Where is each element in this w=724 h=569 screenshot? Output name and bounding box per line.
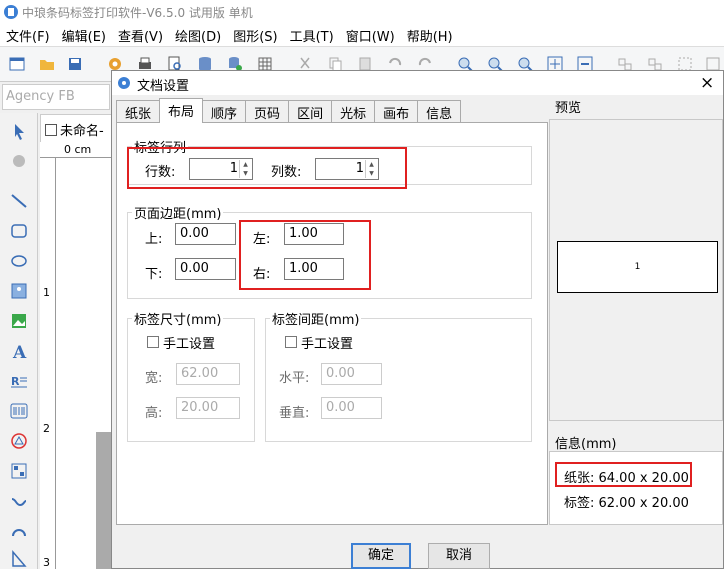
label-size-manual-label: 手工设置 (163, 337, 216, 352)
ok-button[interactable]: 确定 (351, 543, 411, 569)
label-height-input[interactable]: 20.00 (176, 397, 240, 419)
svg-text:A: A (12, 343, 27, 361)
label-gap-legend: 标签间距(mm) (272, 313, 360, 328)
menu-shape[interactable]: 图形(S) (227, 26, 283, 45)
shape-tool-icon[interactable] (9, 431, 29, 451)
tab-canvas[interactable]: 画布 (374, 100, 419, 122)
barcode-tool-icon[interactable] (9, 401, 29, 421)
ellipse-tool-icon[interactable] (9, 251, 29, 271)
vertical-gap-input[interactable]: 0.00 (321, 397, 382, 419)
label-size-legend: 标签尺寸(mm) (134, 313, 222, 328)
ruler-v-mark: 1 (43, 286, 50, 299)
top-margin-label: 上: (145, 232, 163, 247)
menu-tools[interactable]: 工具(T) (284, 26, 340, 45)
menu-file[interactable]: 文件(F) (0, 26, 56, 45)
text-tool-icon[interactable]: A (9, 341, 29, 361)
info-label-size: 标签: 62.00 x 20.00 (564, 496, 689, 511)
label-gap-manual-checkbox[interactable] (285, 336, 297, 348)
menu-edit[interactable]: 编辑(E) (56, 26, 112, 45)
left-right-margin-highlight (239, 220, 371, 290)
open-folder-icon[interactable] (38, 55, 56, 73)
tab-cursor[interactable]: 光标 (331, 100, 376, 122)
document-tab[interactable]: 未命名- (40, 114, 120, 142)
menu-view[interactable]: 查看(V) (112, 26, 169, 45)
svg-text:R: R (11, 375, 20, 388)
ruler-h-label: 0 cm (64, 143, 92, 156)
save-icon[interactable] (66, 55, 84, 73)
image-tool-icon[interactable] (9, 281, 29, 301)
paper-size-highlight (555, 462, 692, 487)
vertical-gap-label: 垂直: (279, 406, 310, 421)
ruler-v-mark: 3 (43, 556, 50, 569)
horizontal-gap-input[interactable]: 0.00 (321, 363, 382, 385)
tab-paper[interactable]: 纸张 (116, 100, 161, 122)
tab-page-number[interactable]: 页码 (245, 100, 290, 122)
label-size-manual-checkbox[interactable] (147, 336, 159, 348)
app-title: 中琅条码标签打印软件-V6.5.0 试用版 单机 (22, 6, 253, 20)
dialog-tabs: 纸张 布局 顺序 页码 区间 光标 画布 信息 (116, 98, 462, 123)
document-tab-label: 未命名- (60, 124, 104, 139)
tab-range[interactable]: 区间 (288, 100, 333, 122)
dialog-title: 文档设置 (137, 79, 190, 94)
left-toolbox: A R (0, 113, 38, 569)
rotate-icon[interactable] (9, 151, 29, 171)
curve-tool-icon[interactable] (9, 491, 29, 511)
select-pointer-icon[interactable] (9, 121, 29, 141)
preview-label: 1 (557, 241, 718, 293)
rounded-rect-tool-icon[interactable] (9, 221, 29, 241)
menu-window[interactable]: 窗口(W) (340, 26, 401, 45)
dialog-title-bar: 文档设置 × (112, 71, 723, 95)
preview-title: 预览 (555, 101, 582, 116)
page-margins-legend: 页面边距(mm) (134, 207, 222, 222)
tab-order[interactable]: 顺序 (202, 100, 247, 122)
new-document-icon[interactable] (8, 55, 26, 73)
tab-layout[interactable]: 布局 (159, 98, 204, 123)
arc-tool-icon[interactable] (9, 521, 29, 541)
qrcode-tool-icon[interactable] (9, 461, 29, 481)
picture-tool-icon[interactable] (9, 311, 29, 331)
polygon-tool-icon[interactable] (9, 549, 29, 569)
document-icon (45, 124, 57, 136)
canvas-background (96, 432, 112, 569)
label-gap-manual-label: 手工设置 (301, 337, 354, 352)
font-name-input[interactable]: Agency FB (2, 84, 110, 110)
app-logo-icon (4, 5, 18, 19)
settings-gear-icon (118, 77, 130, 89)
menu-help[interactable]: 帮助(H) (401, 26, 459, 45)
rows-cols-highlight (127, 147, 407, 189)
top-margin-input[interactable]: 0.00 (175, 223, 236, 245)
document-settings-dialog: 文档设置 × 纸张 布局 顺序 页码 区间 光标 画布 信息 标签行列 行数: … (111, 70, 724, 569)
tab-info[interactable]: 信息 (417, 100, 462, 122)
bottom-margin-label: 下: (145, 267, 163, 282)
bottom-margin-input[interactable]: 0.00 (175, 258, 236, 280)
line-tool-icon[interactable] (9, 191, 29, 211)
vertical-ruler: 1 2 3 (40, 158, 56, 569)
close-icon[interactable]: × (700, 73, 714, 93)
ruler-v-mark: 2 (43, 422, 50, 435)
label-height-label: 高: (145, 406, 163, 421)
horizontal-gap-label: 水平: (279, 371, 310, 386)
label-width-input[interactable]: 62.00 (176, 363, 240, 385)
menu-draw[interactable]: 绘图(D) (169, 26, 227, 45)
info-title: 信息(mm) (555, 437, 617, 452)
horizontal-ruler: 0 cm (40, 142, 112, 158)
app-title-bar: 中琅条码标签打印软件-V6.5.0 试用版 单机 (0, 0, 724, 24)
cancel-button[interactable]: 取消 (428, 543, 490, 569)
label-width-label: 宽: (145, 371, 163, 386)
menu-bar: 文件(F) 编辑(E) 查看(V) 绘图(D) 图形(S) 工具(T) 窗口(W… (0, 24, 724, 46)
layout-tab-panel: 标签行列 行数: 1 ▲ ▼ 列数: 1 ▲ ▼ 页面边距(mm) 上: 0.00 … (116, 122, 548, 525)
rich-text-tool-icon[interactable]: R (9, 371, 29, 391)
